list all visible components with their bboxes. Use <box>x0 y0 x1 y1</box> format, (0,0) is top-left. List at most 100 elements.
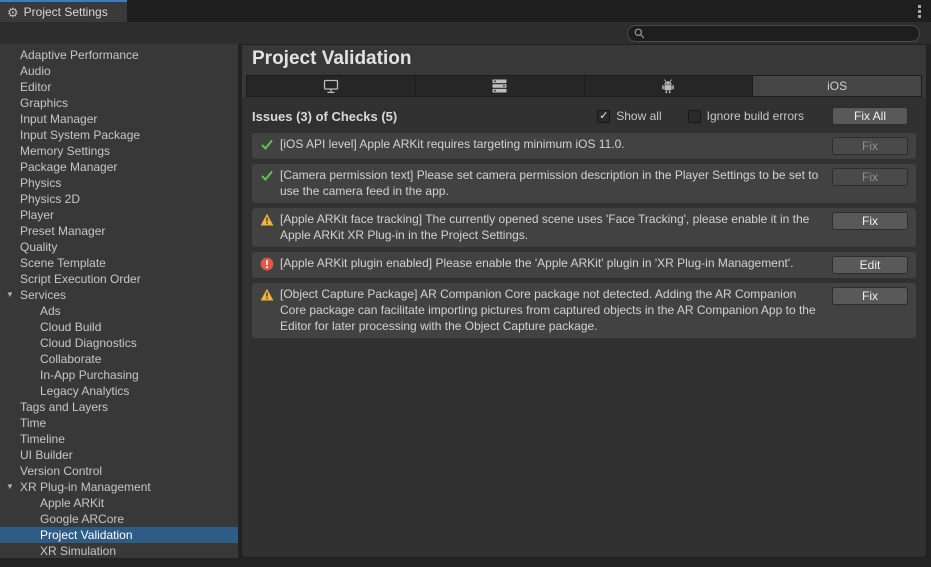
fix-button[interactable]: Fix <box>832 287 908 305</box>
sidebar-item-physics[interactable]: Physics <box>0 175 238 191</box>
sidebar-item-label: XR Plug-in Management <box>20 480 151 494</box>
fix-button[interactable]: Fix <box>832 212 908 230</box>
sidebar-item-collaborate[interactable]: Collaborate <box>0 351 238 367</box>
tab-android[interactable] <box>585 75 754 97</box>
issue-text: [Object Capture Package] AR Companion Co… <box>280 286 820 334</box>
sidebar-item-label: Time <box>20 416 46 430</box>
foldout-triangle-icon[interactable]: ▼ <box>6 479 14 495</box>
validation-content: Issues (3) of Checks (5) Show all Ignore… <box>242 97 926 557</box>
tab-standalone[interactable] <box>246 75 416 97</box>
sidebar-item-package-manager[interactable]: Package Manager <box>0 159 238 175</box>
sidebar-item-label: Input System Package <box>20 128 140 142</box>
tab-dedicated-server[interactable] <box>416 75 585 97</box>
issue-row: [Apple ARKit plugin enabled] Please enab… <box>252 252 916 278</box>
monitor-icon <box>323 79 339 94</box>
tab-ios[interactable]: iOS <box>753 75 922 97</box>
tab-ios-label: iOS <box>827 79 847 93</box>
sidebar-item-label: Version Control <box>20 464 102 478</box>
ignore-build-errors-label: Ignore build errors <box>707 109 804 123</box>
sidebar-item-label: UI Builder <box>20 448 73 462</box>
sidebar-item-label: Audio <box>20 64 51 78</box>
sidebar-item-label: Editor <box>20 80 51 94</box>
platform-tabbar: iOS <box>246 75 922 97</box>
show-all-toggle[interactable]: Show all <box>597 109 661 123</box>
sidebar-item-label: Cloud Build <box>40 320 101 334</box>
main-pane: Project Validation iOS <box>241 44 927 558</box>
sidebar-item-timeline[interactable]: Timeline <box>0 431 238 447</box>
foldout-triangle-icon[interactable]: ▼ <box>6 287 14 303</box>
sidebar-item-label: Timeline <box>20 432 65 446</box>
sidebar-item-label: Graphics <box>20 96 68 110</box>
fix-all-button[interactable]: Fix All <box>832 107 908 125</box>
edit-button[interactable]: Edit <box>832 256 908 274</box>
issues-header-controls: Show all Ignore build errors Fix All <box>597 107 908 125</box>
ignore-build-errors-toggle[interactable]: Ignore build errors <box>688 109 804 123</box>
issue-list: [iOS API level] Apple ARKit requires tar… <box>252 133 916 338</box>
show-all-label: Show all <box>616 109 661 123</box>
search-input[interactable] <box>627 25 920 42</box>
sidebar-item-ads[interactable]: Ads <box>0 303 238 319</box>
sidebar-item-services[interactable]: ▼ Services <box>0 287 238 303</box>
issue-row: [Camera permission text] Please set came… <box>252 164 916 203</box>
fix-button: Fix <box>832 137 908 155</box>
sidebar-item-graphics[interactable]: Graphics <box>0 95 238 111</box>
sidebar-item-label: Legacy Analytics <box>40 384 129 398</box>
sidebar-item-input-system-package[interactable]: Input System Package <box>0 127 238 143</box>
sidebar-item-scene-template[interactable]: Scene Template <box>0 255 238 271</box>
ignore-build-errors-checkbox[interactable] <box>688 110 701 123</box>
sidebar-item-audio[interactable]: Audio <box>0 63 238 79</box>
show-all-checkbox[interactable] <box>597 110 610 123</box>
warning-triangle-icon <box>260 213 274 227</box>
pane-header: Project Validation iOS <box>242 45 926 97</box>
sidebar-item-ui-builder[interactable]: UI Builder <box>0 447 238 463</box>
sidebar-item-player[interactable]: Player <box>0 207 238 223</box>
sidebar-item-time[interactable]: Time <box>0 415 238 431</box>
sidebar-item-legacy-analytics[interactable]: Legacy Analytics <box>0 383 238 399</box>
sidebar-item-input-manager[interactable]: Input Manager <box>0 111 238 127</box>
issue-text: [Apple ARKit plugin enabled] Please enab… <box>280 255 820 271</box>
sidebar-item-cloud-diagnostics[interactable]: Cloud Diagnostics <box>0 335 238 351</box>
sidebar-item-label: Quality <box>20 240 57 254</box>
sidebar-item-label: Collaborate <box>40 352 101 366</box>
issue-text: [Camera permission text] Please set came… <box>280 167 820 199</box>
issues-title: Issues (3) of Checks (5) <box>252 109 397 124</box>
sidebar-item-memory-settings[interactable]: Memory Settings <box>0 143 238 159</box>
sidebar-item-in-app-purchasing[interactable]: In-App Purchasing <box>0 367 238 383</box>
sidebar-item-label: Google ARCore <box>40 512 124 526</box>
sidebar-item-label: Physics <box>20 176 61 190</box>
issue-row: [Apple ARKit face tracking] The currentl… <box>252 208 916 247</box>
sidebar-item-physics-2d[interactable]: Physics 2D <box>0 191 238 207</box>
search-icon <box>634 28 645 39</box>
settings-sidebar: Adaptive PerformanceAudioEditorGraphicsI… <box>0 44 238 558</box>
sidebar-item-label: Services <box>20 288 66 302</box>
sidebar-item-script-execution-order[interactable]: Script Execution Order <box>0 271 238 287</box>
window-body: Adaptive PerformanceAudioEditorGraphicsI… <box>0 44 931 567</box>
window-tab-project-settings[interactable]: ⚙ Project Settings <box>0 0 127 22</box>
error-circle-icon <box>260 257 274 271</box>
sidebar-item-label: Adaptive Performance <box>20 48 139 62</box>
sidebar-item-preset-manager[interactable]: Preset Manager <box>0 223 238 239</box>
sidebar-item-tags-and-layers[interactable]: Tags and Layers <box>0 399 238 415</box>
page-title: Project Validation <box>242 47 926 75</box>
issue-text: [Apple ARKit face tracking] The currentl… <box>280 211 820 243</box>
sidebar-item-quality[interactable]: Quality <box>0 239 238 255</box>
sidebar-item-xr-plug-in-management[interactable]: ▼ XR Plug-in Management <box>0 479 238 495</box>
sidebar-item-editor[interactable]: Editor <box>0 79 238 95</box>
issue-text: [iOS API level] Apple ARKit requires tar… <box>280 136 820 152</box>
sidebar-item-google-arcore[interactable]: Google ARCore <box>0 511 238 527</box>
window-tab-label: Project Settings <box>24 5 108 19</box>
issues-header: Issues (3) of Checks (5) Show all Ignore… <box>252 107 916 125</box>
sidebar-item-xr-simulation[interactable]: XR Simulation <box>0 543 238 558</box>
sidebar-item-version-control[interactable]: Version Control <box>0 463 238 479</box>
kebab-menu-icon[interactable] <box>918 5 922 20</box>
sidebar-item-label: Cloud Diagnostics <box>40 336 137 350</box>
sidebar-item-label: In-App Purchasing <box>40 368 139 382</box>
sidebar-item-apple-arkit[interactable]: Apple ARKit <box>0 495 238 511</box>
sidebar-item-label: Script Execution Order <box>20 272 141 286</box>
project-settings-window: ⚙ Project Settings Adaptive Performance A… <box>0 0 931 567</box>
android-icon <box>661 79 675 94</box>
sidebar-item-adaptive-performance[interactable]: Adaptive Performance <box>0 47 238 63</box>
sidebar-item-cloud-build[interactable]: Cloud Build <box>0 319 238 335</box>
sidebar-item-project-validation[interactable]: Project Validation <box>0 527 238 543</box>
toolbar <box>0 22 931 44</box>
